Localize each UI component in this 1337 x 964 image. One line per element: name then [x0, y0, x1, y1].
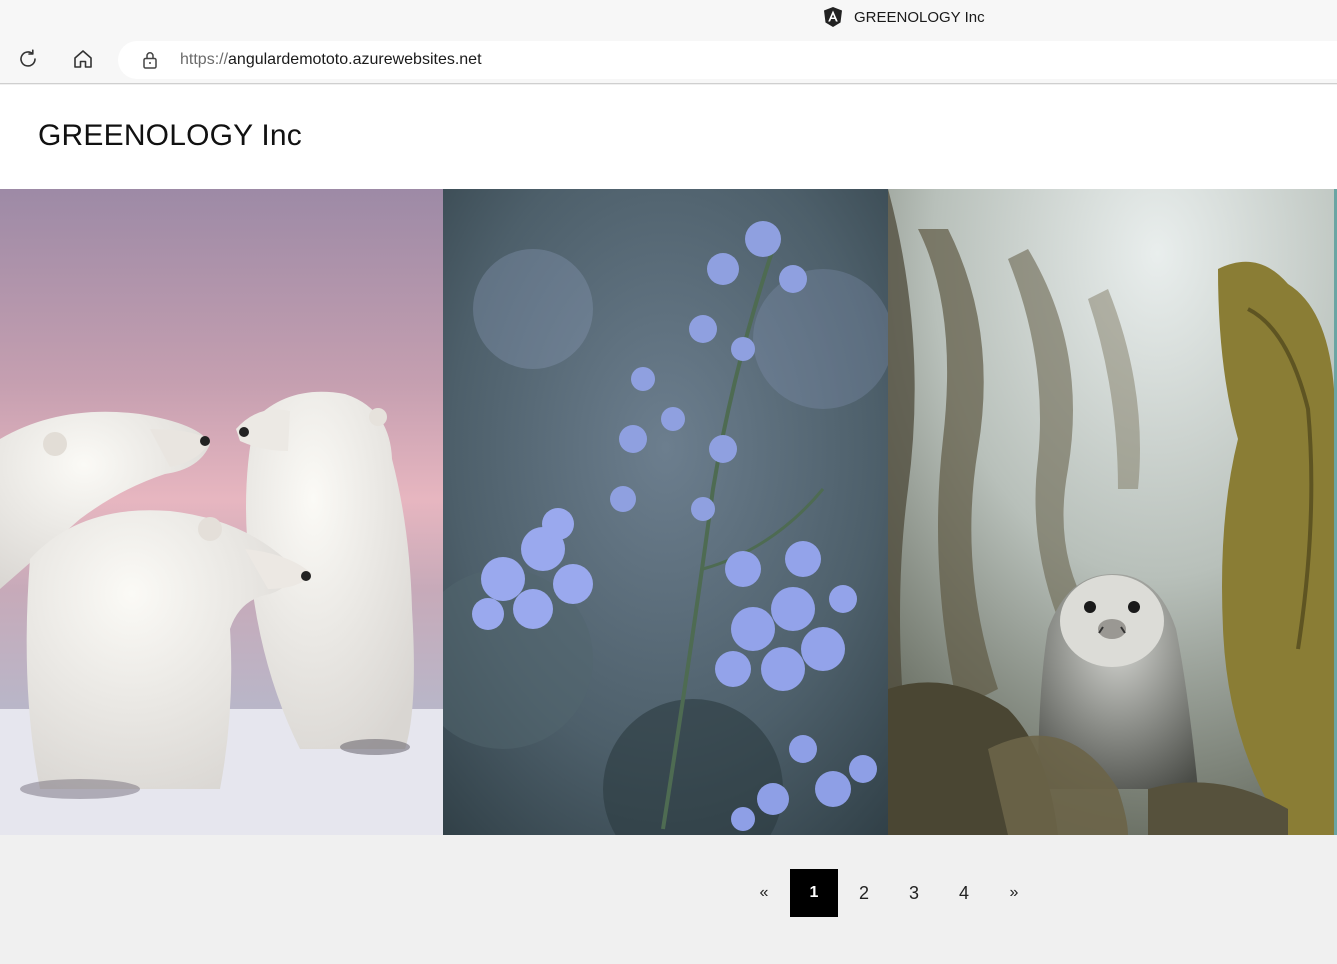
- browser-tabbar: GREENOLOGY Inc: [0, 0, 1337, 38]
- pagination: « 1 2 3 4 »: [740, 869, 1040, 917]
- browser-tab[interactable]: GREENOLOGY Inc: [822, 4, 985, 30]
- angular-icon: [822, 6, 844, 28]
- refresh-icon: [17, 48, 39, 75]
- photo-gallery: [0, 189, 1337, 835]
- url-scheme: https://: [180, 51, 229, 68]
- lock-icon[interactable]: [140, 50, 160, 70]
- address-bar[interactable]: https://angulardemototo.azurewebsites.ne…: [118, 41, 1337, 79]
- pagination-page-4[interactable]: 4: [940, 869, 988, 917]
- refresh-button[interactable]: [11, 44, 45, 78]
- home-icon: [72, 48, 94, 75]
- site-title: GREENOLOGY Inc: [38, 119, 302, 152]
- gallery-image-seal-in-kelp[interactable]: [888, 189, 1337, 835]
- page-header: GREENOLOGY Inc: [0, 85, 1337, 189]
- pagination-prev[interactable]: «: [740, 869, 788, 917]
- pagination-page-1[interactable]: 1: [790, 869, 838, 917]
- browser-toolbar: https://angulardemototo.azurewebsites.ne…: [0, 38, 1337, 84]
- gallery-image-blue-flowers[interactable]: [443, 189, 888, 835]
- tab-title: GREENOLOGY Inc: [854, 8, 985, 26]
- url-text[interactable]: https://angulardemototo.azurewebsites.ne…: [180, 51, 482, 69]
- url-host: angulardemototo.azurewebsites.net: [228, 51, 482, 68]
- pagination-page-2[interactable]: 2: [840, 869, 888, 917]
- pagination-page-3[interactable]: 3: [890, 869, 938, 917]
- gallery-image-polar-bears[interactable]: [0, 189, 443, 835]
- home-button[interactable]: [66, 44, 100, 78]
- pagination-next[interactable]: »: [990, 869, 1038, 917]
